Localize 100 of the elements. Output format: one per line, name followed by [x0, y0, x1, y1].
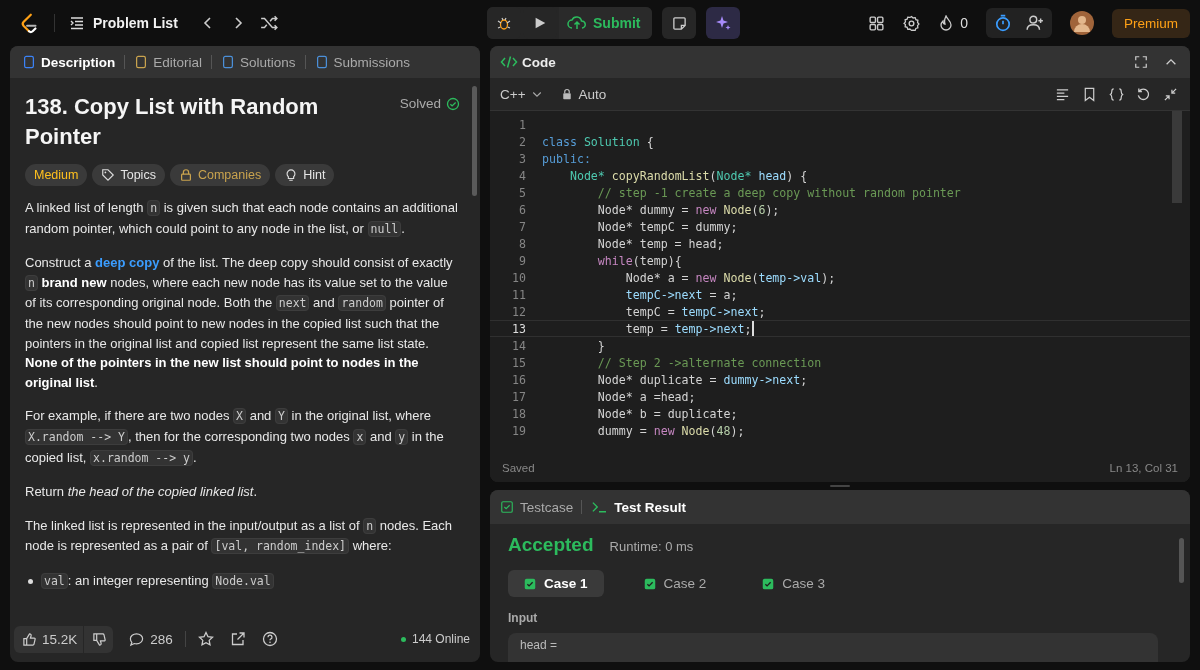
check-circle-icon [446, 96, 460, 111]
cursor-position: Ln 13, Col 31 [1109, 462, 1178, 474]
input-value-box: head = [508, 633, 1158, 662]
document-icon [314, 55, 329, 69]
code-panel-title: Code [500, 54, 556, 70]
help-icon[interactable] [261, 631, 278, 647]
star-icon[interactable] [197, 631, 214, 647]
panel-tab[interactable]: Description [20, 52, 118, 72]
solved-status: Solved [399, 96, 460, 111]
panel-tab[interactable]: Editorial [132, 52, 205, 72]
code-line: public: [542, 151, 591, 166]
panel-tab[interactable]: Testcase [500, 499, 574, 515]
layout-icon[interactable] [868, 14, 886, 32]
line-number: 9 [518, 253, 526, 268]
thumbs-down-icon [92, 631, 108, 647]
line-number: 10 [511, 270, 526, 285]
line-number: 1 [518, 117, 526, 132]
line-number: 17 [511, 389, 526, 404]
line-number: 18 [511, 406, 526, 421]
reset-icon[interactable] [1136, 86, 1151, 102]
language-dropdown[interactable]: C++ [500, 86, 543, 102]
tag-button[interactable]: Companies [169, 164, 271, 186]
avatar-icon[interactable] [1070, 11, 1094, 35]
format-icon[interactable] [1055, 86, 1070, 102]
code-line: // Step 2 ->alternate connection [596, 355, 822, 370]
deep-copy-link[interactable]: deep copy [95, 255, 160, 271]
comments-button[interactable]: 286 [129, 631, 173, 647]
code-line: class Solution { [542, 134, 654, 149]
case-tab[interactable]: Case 1 [508, 570, 604, 597]
fullscreen-icon[interactable] [1134, 55, 1148, 69]
timer-icon[interactable] [994, 14, 1012, 32]
minimize-icon[interactable] [1163, 86, 1178, 102]
code-line: tempC->next = a; [624, 287, 738, 302]
description-paragraph: For example, if there are two nodes X and Y in the original list, where X.random --> Y , then for the corresponding two nodes x and y in the copied list, x.random --> y . [25, 407, 445, 468]
description-paragraph: Return the head of the copied linked list. [25, 483, 258, 502]
bug-icon [496, 15, 512, 31]
line-number: 16 [511, 372, 526, 387]
description-paragraph: A linked list of length n is given such that each node contains an additional random pointer, which could point to any node in the list, or null . [25, 199, 459, 239]
tag-button[interactable]: Topics [92, 164, 165, 186]
play-icon [533, 16, 547, 30]
lock-icon [178, 168, 193, 182]
line-number: 19 [511, 423, 526, 438]
scrollbar[interactable] [1179, 538, 1184, 583]
line-number: 13 [511, 321, 526, 336]
runtime-label: Runtime: 0 ms [609, 539, 694, 554]
line-number: 15 [511, 355, 526, 370]
panel-tab[interactable]: Submissions [312, 52, 413, 72]
sparkle-icon [715, 15, 732, 31]
tag-button[interactable]: Hint [275, 164, 335, 186]
save-status: Saved [502, 462, 535, 474]
scrollbar[interactable] [1172, 111, 1182, 203]
case-tab[interactable]: Case 2 [627, 570, 723, 597]
code-line: Node* duplicate = dummy->next; [596, 372, 808, 387]
lock-icon [560, 88, 573, 100]
premium-button[interactable]: Premium [1112, 8, 1190, 38]
line-number: 14 [511, 338, 526, 353]
bullet-item: val : an integer representing Node.val [25, 570, 460, 592]
braces-icon[interactable] [1109, 86, 1124, 102]
problem-title: 138. Copy List with Random Pointer [25, 93, 320, 151]
verdict-label: Accepted [508, 534, 594, 556]
code-line: temp = temp->next; [624, 321, 754, 336]
streak-counter[interactable]: 0 [938, 15, 968, 31]
description-paragraph: The linked list is represented in the input/output as a list of n nodes. Each node is represented as a pair of [val, random_index] where: [25, 516, 454, 557]
comment-icon [129, 631, 145, 647]
checkbox-icon [500, 500, 514, 514]
check-icon [643, 577, 656, 590]
shuffle-icon[interactable] [259, 14, 278, 32]
auto-mode-label[interactable]: Auto [560, 86, 607, 102]
sparkle-button[interactable] [706, 7, 741, 39]
flame-icon [938, 15, 955, 31]
like-button[interactable]: 15.2K [14, 625, 84, 653]
problem-list-button[interactable]: Problem List [69, 15, 178, 31]
code-line: Node* a = new Node(temp->val); [624, 270, 836, 285]
description-paragraph: Construct a deep copy of the list. The deep copy should consist of exactly n brand new nodes, where each new node has its value set to the value of its corresponding original node. Both the next and random pointer of the new nodes should point to new nodes in the copied list such that the pointers in the original list and copied list represent the same list state. None of the pointers in the new list should point to nodes in the original list. [25, 254, 454, 392]
code-line: // step -1 create a deep copy without random pointer [596, 185, 961, 200]
line-number: 11 [511, 287, 526, 302]
scrollbar[interactable] [472, 86, 477, 196]
code-line: dummy = new Node(48); [596, 423, 745, 438]
case-tab[interactable]: Case 3 [746, 570, 842, 597]
check-icon [762, 577, 775, 590]
panel-tab[interactable]: Solutions [219, 52, 298, 72]
line-number: 3 [518, 151, 526, 166]
panel-tab[interactable]: Test Result [590, 499, 687, 515]
difficulty-badge[interactable]: Medium [25, 164, 88, 186]
input-label: Input [508, 611, 539, 625]
tag-icon [101, 168, 116, 182]
note-button[interactable] [662, 7, 697, 39]
document-icon [22, 55, 36, 69]
code-line: while(temp){ [596, 253, 682, 268]
add-user-icon[interactable] [1026, 14, 1044, 32]
settings-icon[interactable] [903, 14, 921, 32]
line-number: 2 [518, 134, 526, 149]
code-icon [500, 54, 518, 70]
code-line: } [596, 338, 605, 353]
submit-button[interactable]: Submit [559, 7, 653, 39]
share-icon[interactable] [229, 631, 246, 647]
online-count: 144 Online [400, 632, 470, 646]
line-number: 12 [511, 304, 526, 319]
bookmark-icon[interactable] [1082, 86, 1097, 102]
document-icon [134, 55, 149, 69]
